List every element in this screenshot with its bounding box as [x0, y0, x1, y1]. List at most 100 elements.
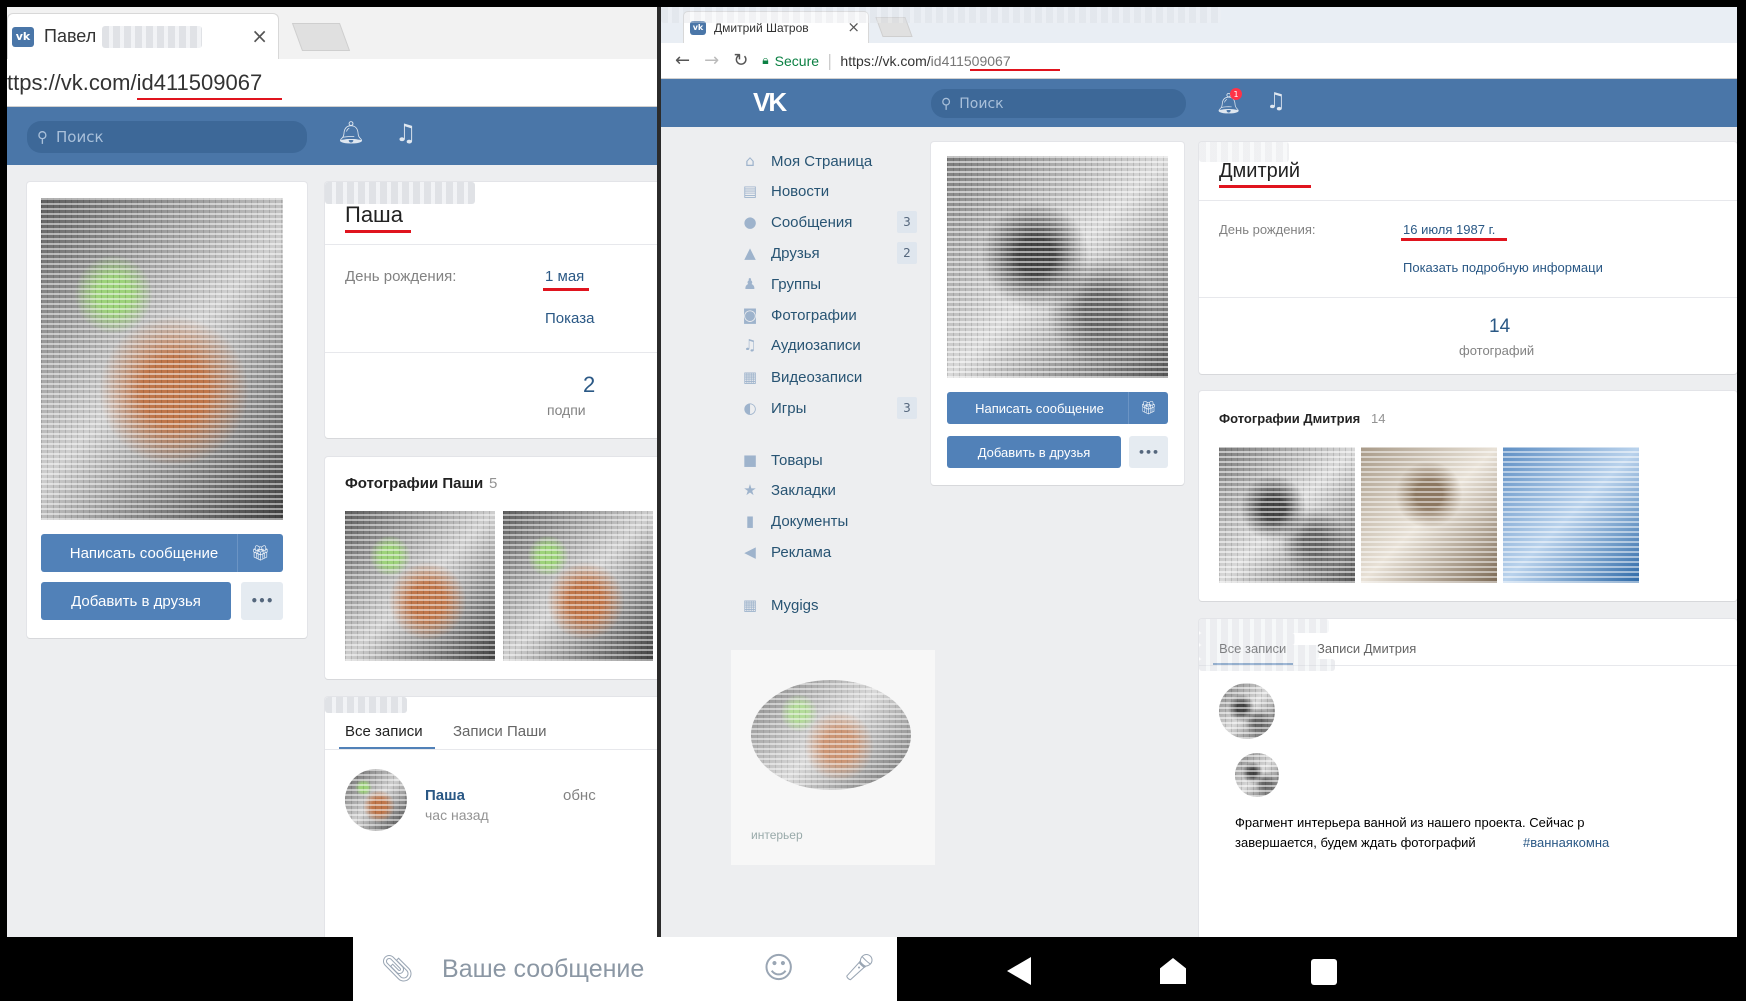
counter-value[interactable]: 2 [583, 372, 595, 398]
gamepad-icon: ◐ [743, 399, 757, 417]
right-search-input[interactable]: ⚲ Поиск [931, 89, 1186, 118]
emoji-icon[interactable]: ☺ [763, 951, 794, 986]
post-hashtag[interactable]: #ваннаякомна [1523, 835, 1609, 850]
left-avatar-card: Написать сообщение 🎁︎ Добавить в друзья … [27, 182, 307, 638]
right-vk-header: VK ⚲ Поиск 🔔︎ 1 ♫ [661, 79, 1737, 127]
apps-icon: ▦ [742, 596, 758, 614]
counter-badge: 2 [897, 242, 917, 264]
nav-back-icon[interactable] [1007, 957, 1031, 985]
sidebar-item[interactable]: ★ Закладки [741, 476, 917, 504]
sidebar-item[interactable]: ◀ Реклама [741, 538, 917, 566]
sidebar-item[interactable]: ▦ Видеозаписи [741, 363, 917, 391]
show-more-link[interactable]: Показать подробную информаци [1403, 260, 1603, 275]
url-prefix[interactable]: https://vk.com/ [840, 53, 930, 69]
photos-counter-value[interactable]: 14 [1489, 316, 1510, 338]
microphone-icon[interactable]: 🎤︎ [843, 953, 876, 983]
avatar[interactable] [345, 769, 407, 831]
left-vk-header: ⚲ Поиск 🔔︎ ♫ [7, 107, 659, 165]
birthday-value[interactable]: 16 июля 1987 г. [1403, 222, 1495, 237]
avatar[interactable] [1235, 753, 1279, 797]
sidebar-item[interactable]: ▦ Mygigs [741, 591, 917, 619]
url-id[interactable]: id411509067 [931, 53, 1011, 69]
photos-title[interactable]: Фотографии Паши [345, 475, 483, 492]
photo-thumb[interactable] [1361, 447, 1497, 583]
profile-photo[interactable] [41, 198, 283, 520]
counter-badge: 3 [897, 211, 917, 233]
sidebar-item[interactable]: ▲ Друзья 2 [741, 239, 917, 267]
android-nav-bar [897, 937, 1446, 1001]
post-time[interactable]: час назад [425, 807, 489, 823]
forward-arrow-icon[interactable]: → [704, 50, 719, 71]
message-input-placeholder[interactable]: Ваше сообщение [442, 955, 644, 984]
bell-icon[interactable]: 🔔︎ [337, 121, 365, 146]
sidebar-item[interactable]: ♫ Аудиозаписи [741, 331, 917, 359]
post-text-line-1: Фрагмент интерьера ванной из нашего прое… [1235, 815, 1585, 830]
tab-own-posts[interactable]: Записи Паши [453, 723, 547, 740]
ad-image[interactable] [751, 680, 911, 790]
close-tab-icon[interactable]: × [251, 24, 268, 48]
photo-thumb[interactable] [1503, 447, 1639, 583]
search-placeholder: Поиск [56, 128, 104, 146]
name-underline [1219, 185, 1311, 188]
sidebar-item[interactable]: ◙ Фотографии [741, 301, 917, 329]
ad-block[interactable]: интерьер [731, 650, 935, 865]
sidebar-item-label: Новости [771, 182, 830, 200]
sidebar-item[interactable]: ▤ Новости [741, 177, 917, 205]
nav-home-icon[interactable] [1160, 958, 1186, 984]
vk-icon: vk [12, 26, 34, 47]
photo-thumb[interactable] [345, 511, 495, 661]
tab-all-posts[interactable]: Все записи [345, 723, 423, 740]
birthday-value[interactable]: 1 мая [545, 268, 584, 285]
gift-icon[interactable]: 🎁︎ [237, 534, 283, 572]
url-separator: | [827, 51, 833, 70]
more-actions-button[interactable]: ••• [241, 582, 283, 620]
more-dots-icon: ••• [250, 594, 274, 608]
avatar[interactable] [1219, 683, 1275, 739]
post-author[interactable]: Паша [425, 787, 465, 804]
music-icon: ♫ [743, 336, 757, 354]
vk-logo[interactable]: VK [753, 87, 787, 118]
left-search-input[interactable]: ⚲ Поиск [27, 121, 307, 153]
blurred-repost-time [1199, 659, 1335, 671]
nav-recents-icon[interactable] [1311, 959, 1337, 985]
music-icon[interactable]: ♫ [395, 119, 417, 147]
more-actions-button[interactable]: ••• [1129, 436, 1168, 468]
search-icon: ⚲ [37, 128, 48, 146]
sidebar-item[interactable]: ▮ Документы [741, 507, 917, 535]
sidebar-item[interactable]: ■ Товары [741, 446, 917, 474]
photo-thumb[interactable] [503, 511, 653, 661]
sidebar-item-label: Друзья [771, 244, 820, 262]
photos-counter-label: фотографий [1459, 343, 1535, 358]
back-arrow-icon[interactable]: ← [675, 50, 690, 71]
photos-title[interactable]: Фотографии Дмитрия [1219, 411, 1360, 426]
birthday-underline [1401, 238, 1507, 241]
profile-photo[interactable] [947, 156, 1168, 378]
add-friend-button[interactable]: Добавить в друзья [41, 582, 231, 620]
music-icon[interactable]: ♫ [1266, 89, 1286, 114]
left-url[interactable]: ttps://vk.com/id411509067 [7, 70, 262, 96]
left-address-bar[interactable]: ttps://vk.com/id411509067 [7, 59, 659, 107]
sidebar-item[interactable]: ◐ Игры 3 [741, 394, 917, 422]
add-friend-button[interactable]: Добавить в друзья [947, 436, 1121, 468]
write-message-button[interactable]: Написать сообщение 🎁︎ [947, 392, 1168, 424]
show-more-link[interactable]: Показа [545, 310, 594, 327]
url-underline [137, 98, 282, 100]
divider [1199, 200, 1737, 201]
write-message-button[interactable]: Написать сообщение 🎁︎ [41, 534, 283, 572]
right-address-bar[interactable]: ← → ↻ 🔒︎ Secure | https://vk.com/ id4115… [661, 43, 1737, 79]
right-info-card: Дмитрий День рождения: 16 июля 1987 г. П… [1199, 142, 1737, 374]
paperclip-icon[interactable]: 📎︎ [381, 954, 414, 984]
sidebar-item[interactable]: ⌂ Моя Страница [741, 147, 917, 175]
message-composer[interactable]: 📎︎ Ваше сообщение ☺ 🎤︎ [353, 937, 897, 1001]
photo-thumb[interactable] [1219, 447, 1355, 583]
lock-icon: 🔒︎ [762, 53, 769, 67]
gift-icon[interactable]: 🎁︎ [1128, 392, 1168, 424]
left-tab[interactable]: vk Павел × [7, 13, 279, 59]
new-tab-button[interactable] [291, 23, 351, 51]
tab-own-posts[interactable]: Записи Дмитрия [1317, 641, 1416, 656]
reload-icon[interactable]: ↻ [733, 50, 748, 71]
sidebar-item[interactable]: ● Сообщения 3 [741, 208, 917, 236]
sidebar-item[interactable]: ♟ Группы [741, 270, 917, 298]
sidebar-item-label: Закладки [771, 481, 836, 499]
camera-icon: ◙ [742, 306, 758, 324]
